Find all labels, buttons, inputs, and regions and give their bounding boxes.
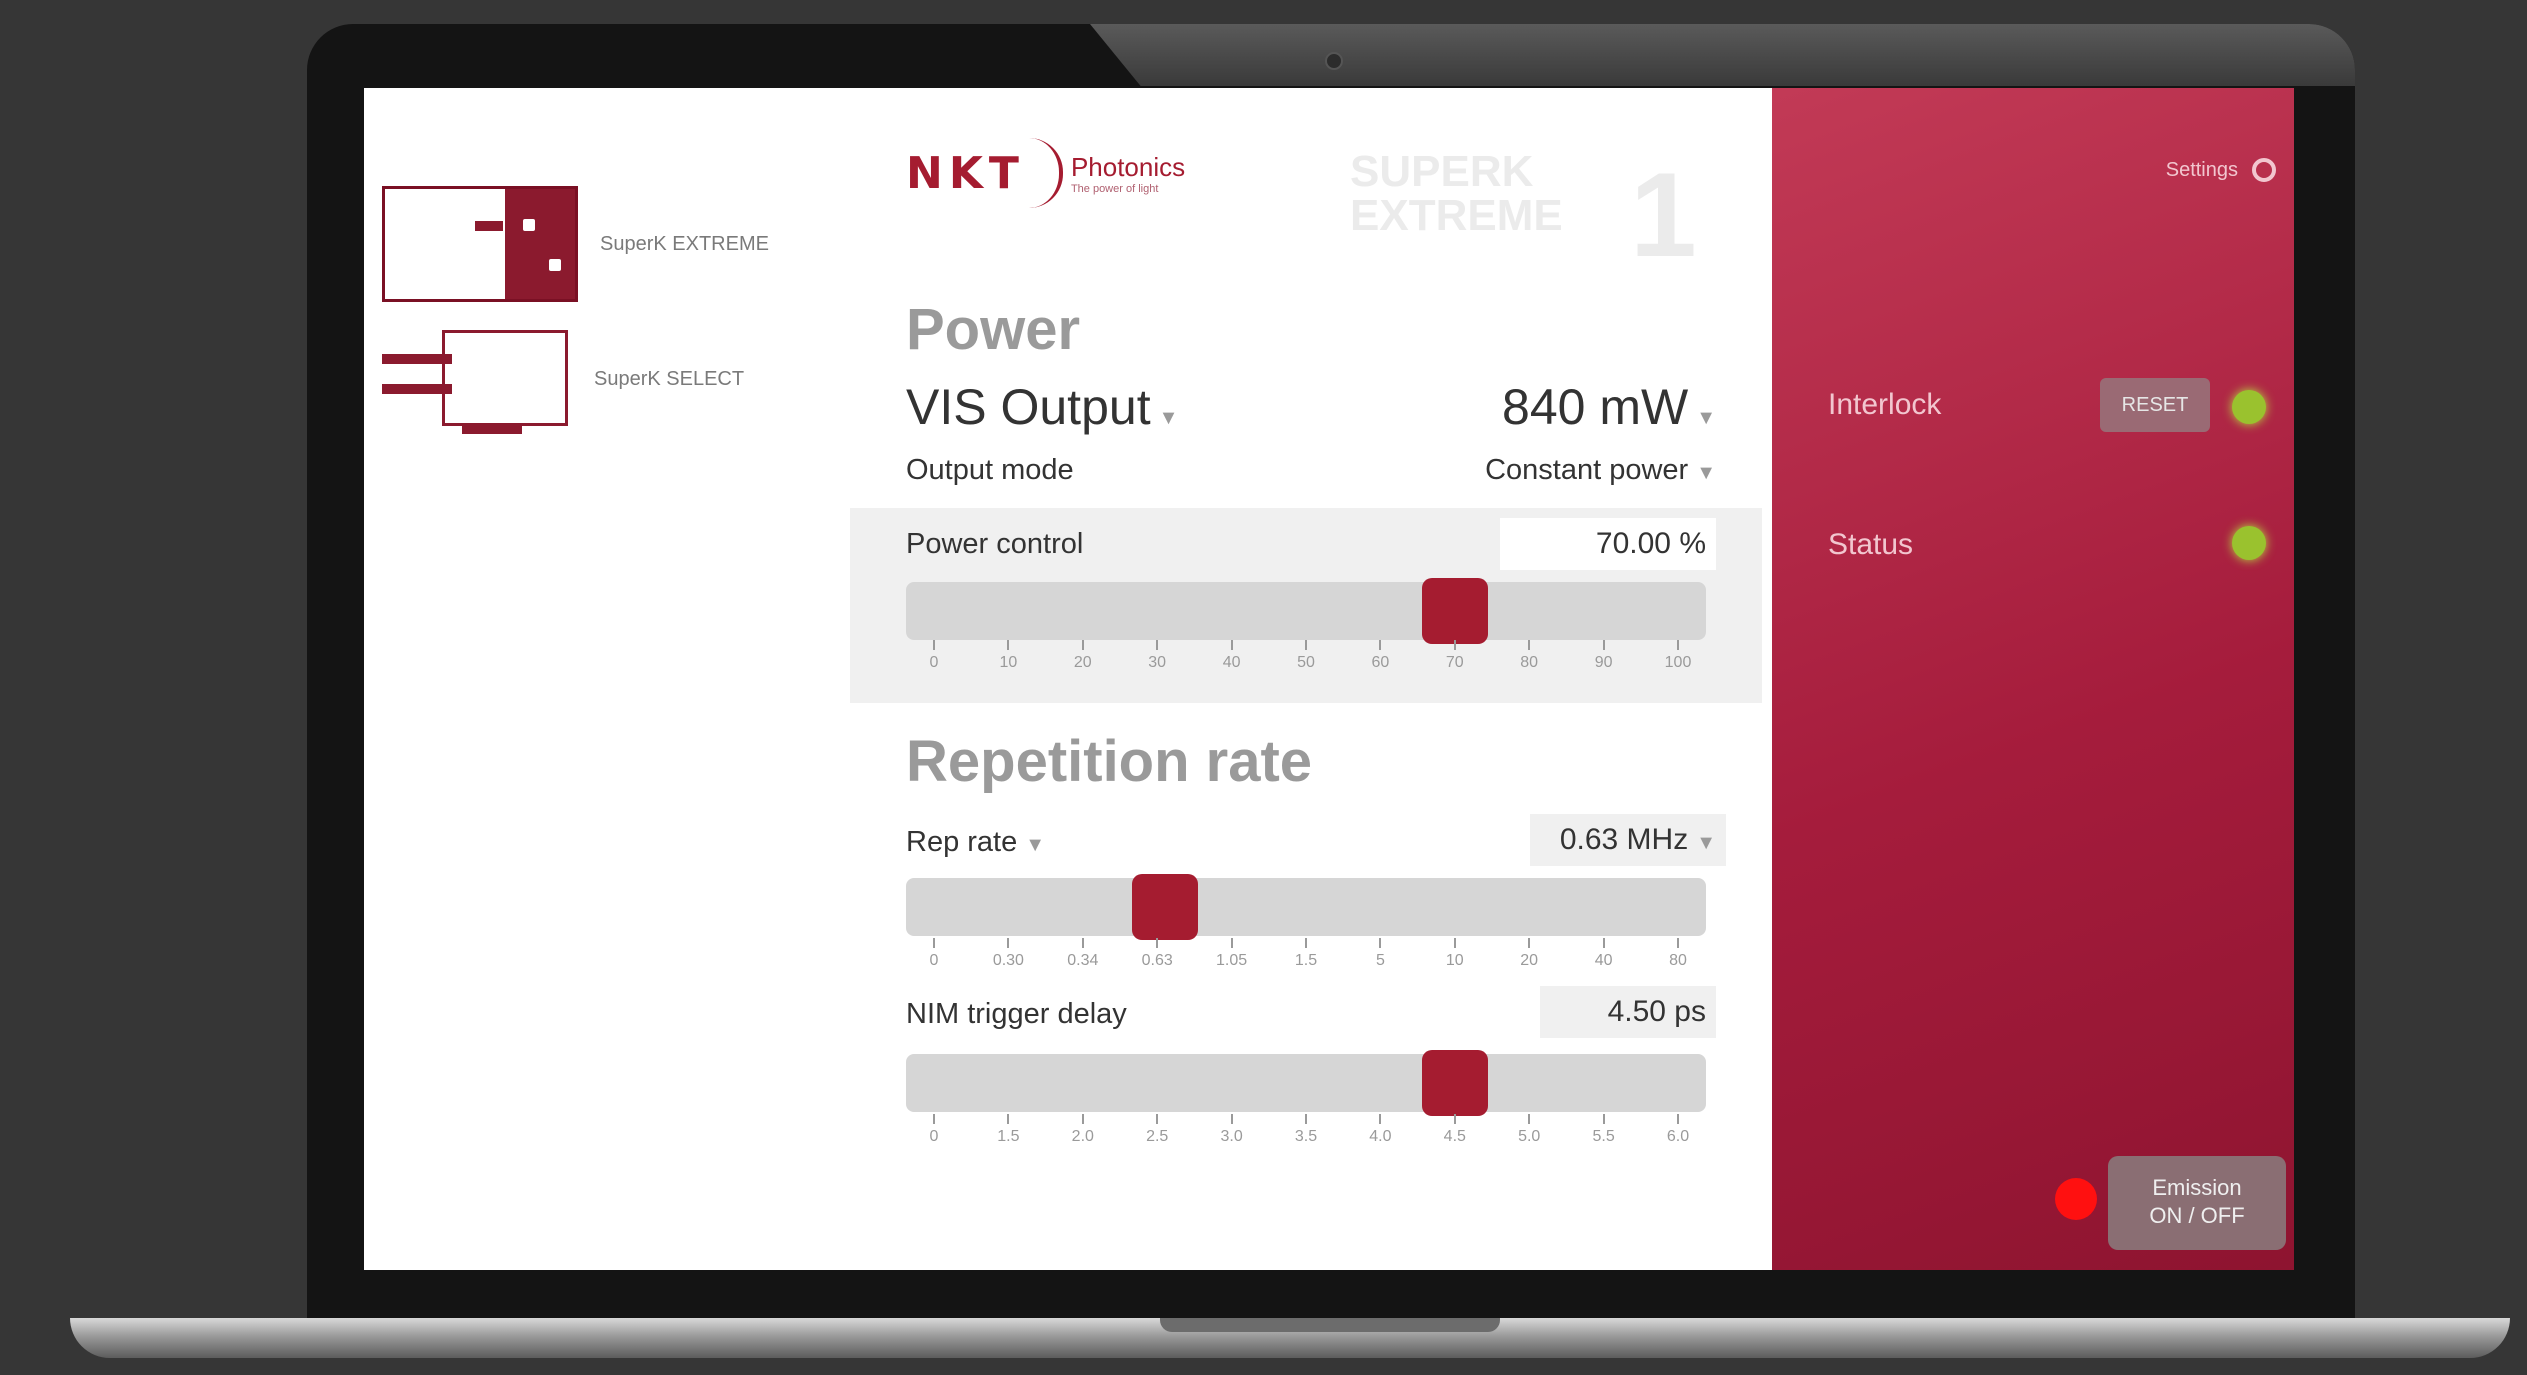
rep-rate-slider[interactable] <box>906 874 1706 940</box>
nim-tick-label: 6.0 <box>1648 1114 1708 1146</box>
nim-tick-label: 2.0 <box>1053 1114 1113 1146</box>
sidebar-item-superk-select[interactable]: SuperK SELECT <box>382 324 744 434</box>
rep-rate-selector[interactable]: Rep rate ▼ <box>906 826 1045 859</box>
rep-rate-input[interactable]: 0.63 MHz ▼ <box>1530 814 1726 866</box>
power-control-label: Power control <box>906 528 1084 560</box>
power-section-title: Power <box>906 297 1081 362</box>
output-mode-label: Output mode <box>906 454 1074 486</box>
power-tick-label: 100 <box>1648 640 1708 672</box>
nim-tick-label: 1.5 <box>978 1114 1038 1146</box>
rep-rate-tick-label: 10 <box>1425 938 1485 970</box>
laptop-lid-glare <box>1090 24 2355 86</box>
rep-rate-slider-handle[interactable] <box>1131 874 1198 940</box>
nim-tick-label: 4.0 <box>1350 1114 1410 1146</box>
rep-rate-tick-label: 0.63 <box>1127 938 1187 970</box>
emission-toggle-button[interactable]: Emission ON / OFF <box>2108 1156 2286 1250</box>
webcam <box>1325 52 1343 70</box>
chevron-down-icon: ▼ <box>1696 462 1716 484</box>
power-control-input[interactable]: 70.00 % <box>1500 518 1716 570</box>
rep-rate-tick-label: 5 <box>1350 938 1410 970</box>
power-tick-label: 10 <box>978 640 1038 672</box>
settings-button[interactable]: Settings <box>2166 158 2276 182</box>
superk-select-thumbnail <box>382 324 572 434</box>
rep-rate-tick-label: 0.30 <box>978 938 1038 970</box>
app-window: SuperK EXTREME SuperK SELECT NKT Photoni… <box>364 88 2294 1270</box>
chevron-down-icon: ▼ <box>1696 407 1716 429</box>
rep-rate-tick-label: 0.34 <box>1053 938 1113 970</box>
power-tick-label: 40 <box>1202 640 1262 672</box>
nim-slider-handle[interactable] <box>1421 1050 1488 1116</box>
rep-rate-tick-label: 0 <box>904 938 964 970</box>
output-mode-select[interactable]: Constant power ▼ <box>1485 454 1716 487</box>
rep-rate-tick-label: 40 <box>1574 938 1634 970</box>
sidebar-item-label: SuperK SELECT <box>594 367 745 390</box>
nim-trigger-delay-label: NIM trigger delay <box>906 998 1127 1030</box>
rep-rate-tick-label: 1.5 <box>1276 938 1336 970</box>
nim-tick-label: 2.5 <box>1127 1114 1187 1146</box>
nim-tick-label: 5.0 <box>1499 1114 1559 1146</box>
status-panel: Settings Interlock RESET Status Emission… <box>1772 88 2294 1270</box>
product-watermark: SUPERK EXTREME <box>1350 147 1563 240</box>
superk-extreme-thumbnail <box>382 186 578 302</box>
nim-tick-label: 4.5 <box>1425 1114 1485 1146</box>
nim-tick-label: 3.0 <box>1202 1114 1262 1146</box>
power-tick-label: 80 <box>1499 640 1559 672</box>
chevron-down-icon: ▼ <box>1696 832 1716 854</box>
control-panel: NKT Photonics The power of light SUPERK … <box>850 88 1762 1270</box>
power-slider-scale: 0 10 20 30 40 50 60 70 80 90 100 <box>906 640 1706 684</box>
power-tick-label: 90 <box>1574 640 1634 672</box>
rep-rate-tick-label: 80 <box>1648 938 1708 970</box>
chevron-down-icon: ▼ <box>1025 834 1046 856</box>
sidebar-item-label: SuperK EXTREME <box>600 232 769 255</box>
nim-tick-label: 5.5 <box>1574 1114 1634 1146</box>
power-control-slider[interactable] <box>906 578 1706 644</box>
output-power-value[interactable]: 840 mW ▼ <box>1502 378 1716 436</box>
status-label: Status <box>1828 528 1914 561</box>
interlock-led <box>2232 390 2266 424</box>
power-tick-label: 70 <box>1425 640 1485 672</box>
nkt-photonics-logo: NKT Photonics The power of light <box>906 138 1185 208</box>
chevron-down-icon: ▼ <box>1158 407 1179 429</box>
interlock-label: Interlock <box>1828 388 1942 421</box>
device-sidebar: SuperK EXTREME SuperK SELECT <box>364 88 852 1270</box>
nim-trigger-delay-input[interactable]: 4.50 ps <box>1540 986 1716 1038</box>
rep-rate-slider-scale: 0 0.30 0.34 0.63 1.05 1.5 5 10 20 40 80 <box>906 938 1706 982</box>
nim-tick-label: 3.5 <box>1276 1114 1336 1146</box>
rep-rate-tick-label: 1.05 <box>1202 938 1262 970</box>
repetition-section-title: Repetition rate <box>906 729 1313 794</box>
output-selector[interactable]: VIS Output ▼ <box>906 378 1178 436</box>
power-tick-label: 50 <box>1276 640 1336 672</box>
status-led <box>2232 526 2266 560</box>
rep-rate-tick-label: 20 <box>1499 938 1559 970</box>
laptop-base-notch <box>1160 1318 1500 1332</box>
power-tick-label: 60 <box>1350 640 1410 672</box>
nim-trigger-delay-slider[interactable] <box>906 1050 1706 1116</box>
power-tick-label: 30 <box>1127 640 1187 672</box>
sidebar-item-superk-extreme[interactable]: SuperK EXTREME <box>382 186 769 302</box>
emission-indicator <box>2055 1178 2097 1220</box>
power-slider-handle[interactable] <box>1421 578 1488 644</box>
gear-icon <box>2252 158 2276 182</box>
nim-slider-scale: 0 1.5 2.0 2.5 3.0 3.5 4.0 4.5 5.0 5.5 6.0 <box>906 1114 1706 1158</box>
product-watermark-number: 1 <box>1630 148 1697 282</box>
reset-button[interactable]: RESET <box>2100 378 2210 432</box>
power-tick-label: 0 <box>904 640 964 672</box>
power-tick-label: 20 <box>1053 640 1113 672</box>
nim-tick-label: 0 <box>904 1114 964 1146</box>
